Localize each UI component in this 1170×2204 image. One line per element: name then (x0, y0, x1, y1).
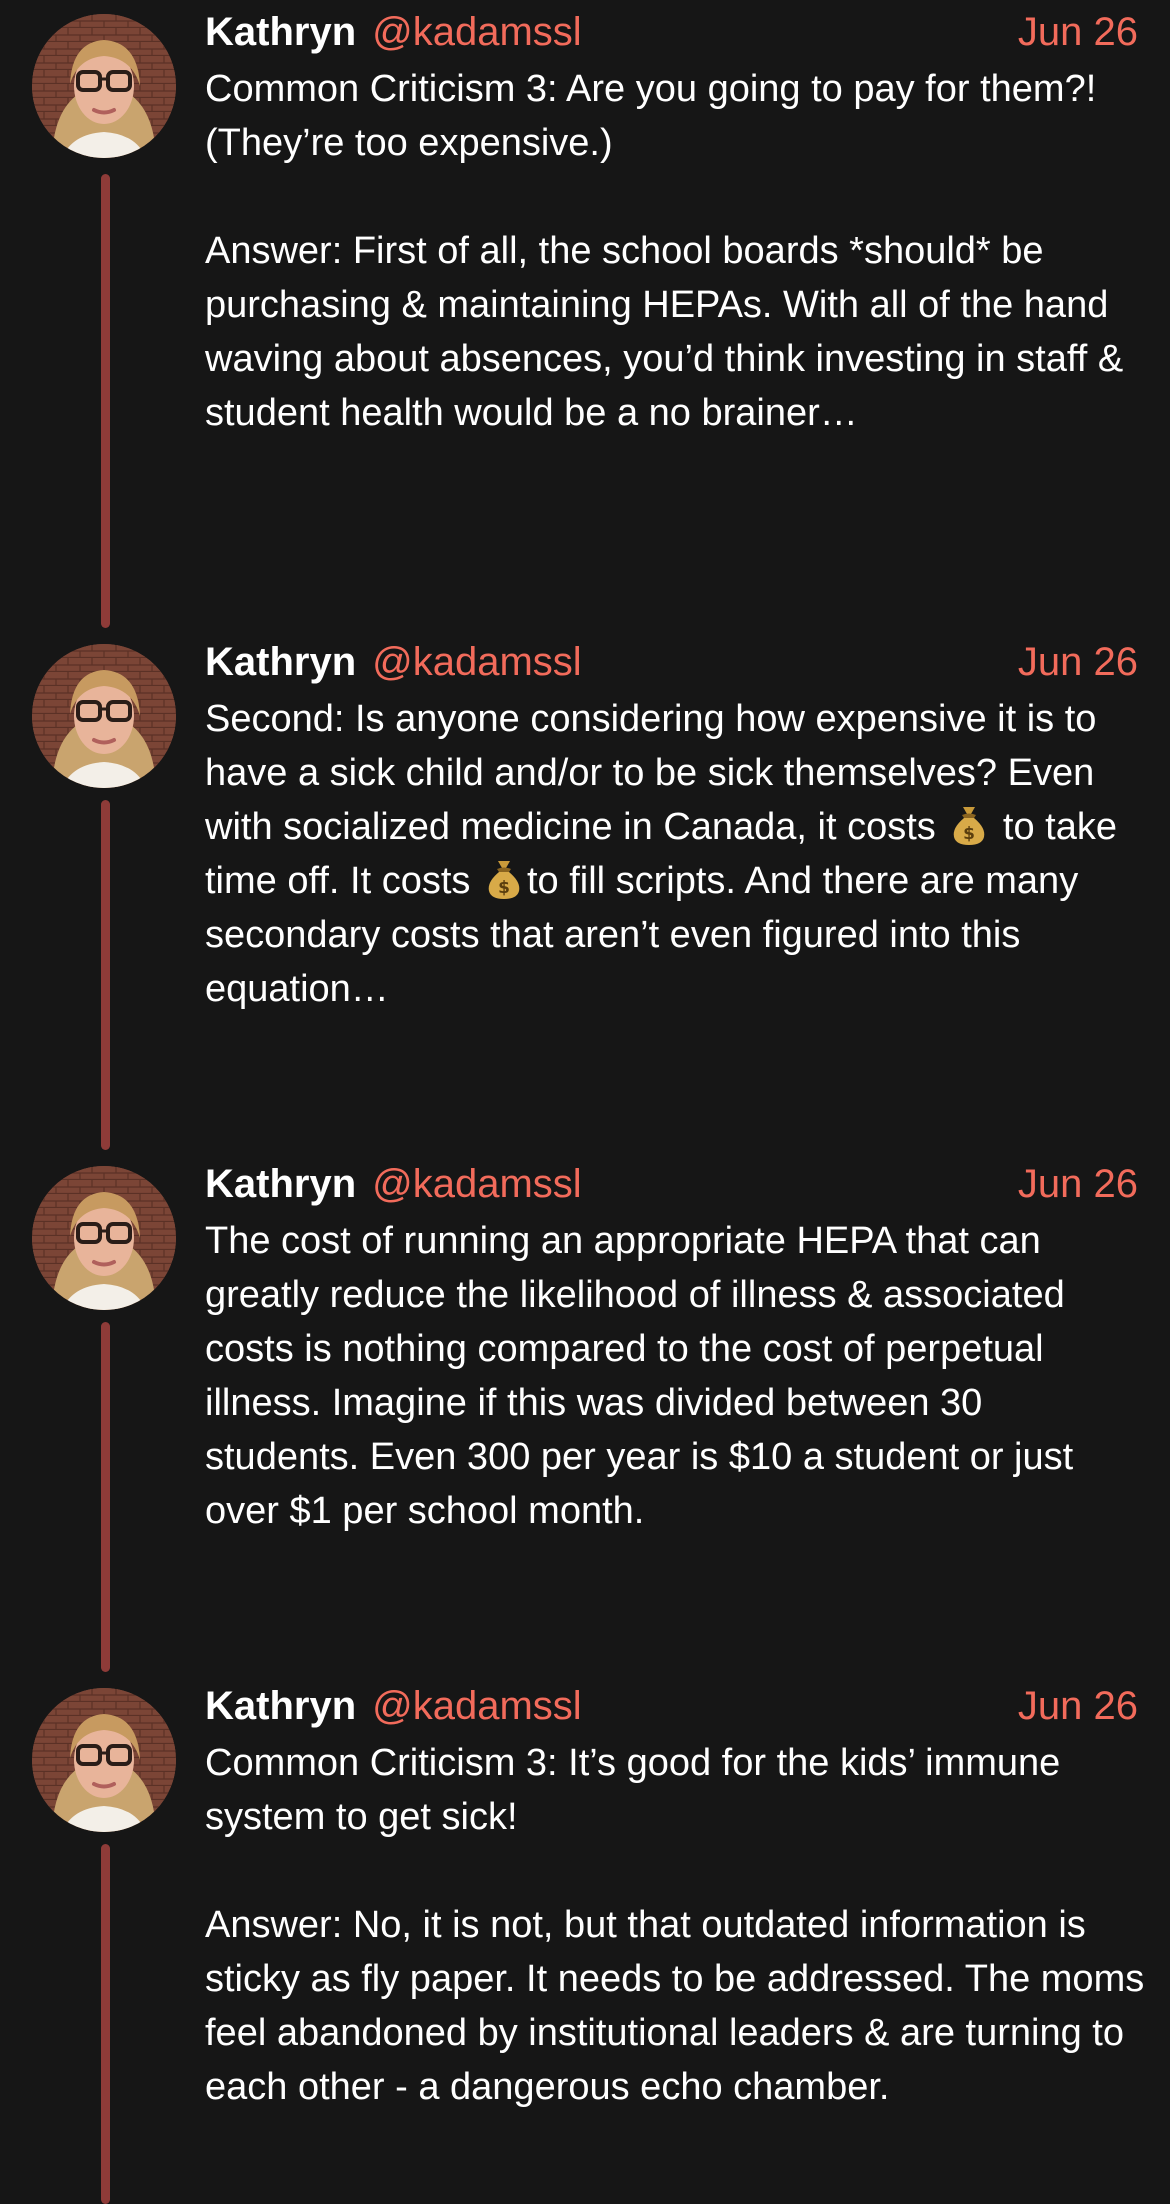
thread-line (101, 174, 110, 628)
author-handle[interactable]: @kadamssl (372, 1682, 582, 1730)
avatar[interactable] (32, 1688, 176, 1832)
tweet-date[interactable]: Jun 26 (1018, 638, 1138, 686)
tweet-date[interactable]: Jun 26 (1018, 1160, 1138, 1208)
tweet-header: Kathryn @kadamssl Jun 26 (205, 638, 1138, 686)
author-handle[interactable]: @kadamssl (372, 1160, 582, 1208)
tweet-4[interactable]: Kathryn @kadamssl Jun 26 Common Criticis… (0, 1674, 1170, 2204)
avatar[interactable] (32, 1166, 176, 1310)
tweet-header: Kathryn @kadamssl Jun 26 (205, 1682, 1138, 1730)
avatar[interactable] (32, 14, 176, 158)
author-name[interactable]: Kathryn (205, 8, 356, 56)
tweet-header: Kathryn @kadamssl Jun 26 (205, 8, 1138, 56)
thread-line (101, 800, 110, 1150)
author-name[interactable]: Kathryn (205, 638, 356, 686)
svg-text:$: $ (498, 878, 510, 898)
tweet-text: The cost of running an appropriate HEPA … (205, 1220, 1084, 1532)
tweet-1[interactable]: Kathryn @kadamssl Jun 26 Common Criticis… (0, 0, 1170, 640)
author-name[interactable]: Kathryn (205, 1682, 356, 1730)
tweet-date[interactable]: Jun 26 (1018, 1682, 1138, 1730)
tweet-date[interactable]: Jun 26 (1018, 8, 1138, 56)
author-handle[interactable]: @kadamssl (372, 638, 582, 686)
tweet-text: Second: Is anyone considering how expens… (205, 692, 1145, 1016)
tweet-text: Common Criticism 3: It’s good for the ki… (205, 1742, 1145, 2108)
thread-line (101, 1322, 110, 1672)
svg-text:$: $ (963, 824, 975, 844)
tweet-3[interactable]: Kathryn @kadamssl Jun 26 The cost of run… (0, 1152, 1170, 1672)
avatar[interactable] (32, 644, 176, 788)
tweet-header: Kathryn @kadamssl Jun 26 (205, 1160, 1138, 1208)
money-bag-icon: $ (485, 857, 523, 901)
thread-line (101, 1844, 110, 2204)
author-handle[interactable]: @kadamssl (372, 8, 582, 56)
tweet-text: Common Criticism 3: Are you going to pay… (205, 68, 1124, 434)
money-bag-icon: $ (950, 803, 988, 847)
author-name[interactable]: Kathryn (205, 1160, 356, 1208)
tweet-2[interactable]: Kathryn @kadamssl Jun 26 Second: Is anyo… (0, 630, 1170, 1150)
